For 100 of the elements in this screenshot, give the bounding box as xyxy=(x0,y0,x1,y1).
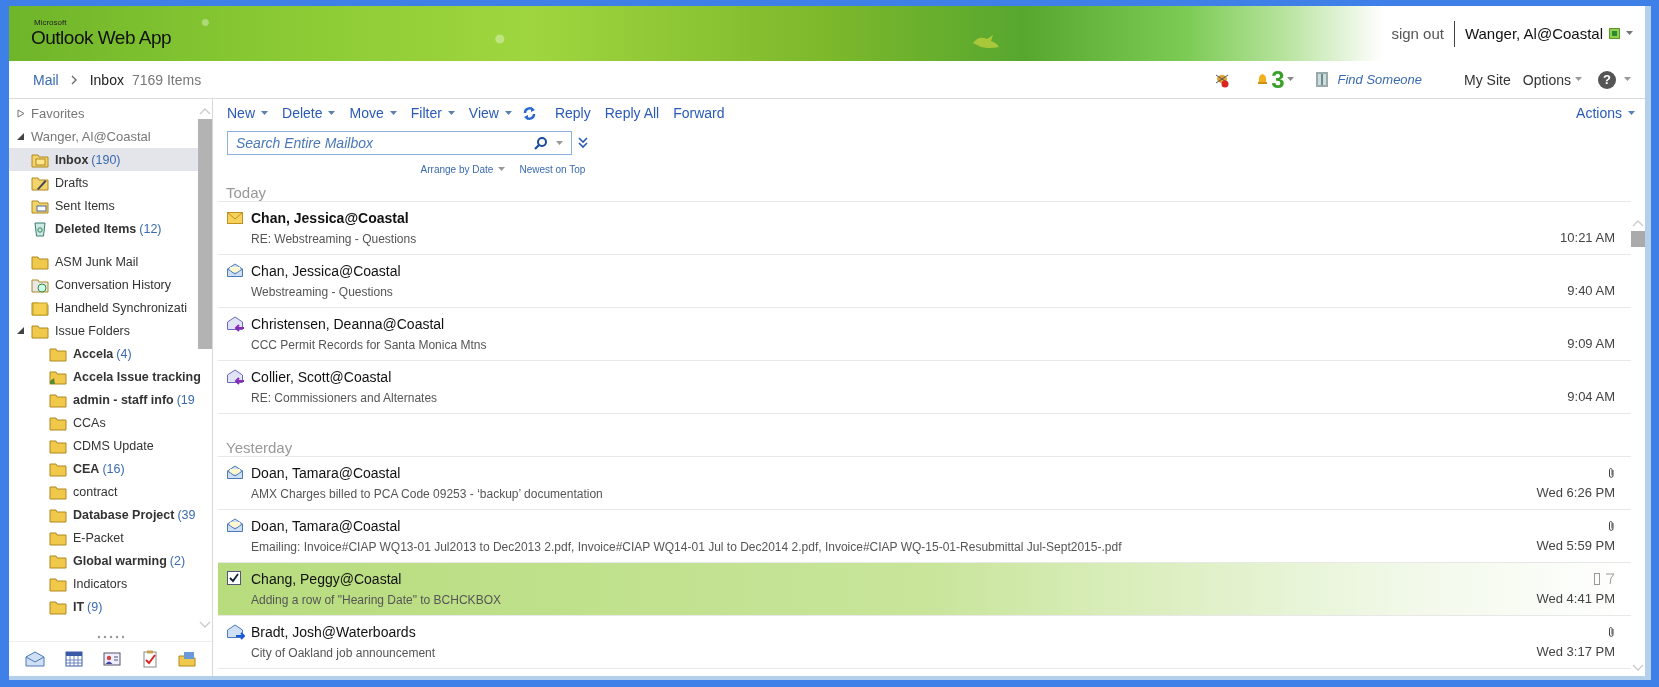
help-button[interactable]: ? xyxy=(1598,70,1616,89)
folder-item[interactable]: Inbox (190) xyxy=(9,148,198,171)
unread-count: (9) xyxy=(87,599,103,614)
folder-icon xyxy=(49,506,67,523)
message-row[interactable]: Doan, Tamara@Coastal AMX Charges billed to PCA Code 09253 - ‘backup’ documentation Wed 6:26 PM xyxy=(218,457,1631,510)
sort-order-link[interactable]: Newest on Top xyxy=(519,163,586,175)
folder-icon xyxy=(31,253,49,270)
public-folder-icon[interactable] xyxy=(177,651,196,667)
caret-icon[interactable] xyxy=(1624,77,1631,82)
search-field[interactable]: Search Entire Mailbox xyxy=(227,131,572,155)
mail-link[interactable]: Mail xyxy=(33,71,59,88)
app-logo: Outlook Web App xyxy=(31,27,172,49)
folder-icon xyxy=(31,197,49,214)
message-time: 10:21 AM xyxy=(1560,230,1615,245)
folder-item[interactable]: Accela Issue tracking xyxy=(9,365,203,388)
folder-item[interactable]: Conversation History xyxy=(9,273,198,296)
grip-icon[interactable] xyxy=(95,635,126,639)
folder-item[interactable]: Issue Folders xyxy=(9,319,198,342)
toolbar-button[interactable]: Reply xyxy=(554,105,591,121)
message-time: 9:40 AM xyxy=(1567,283,1615,298)
folder-item[interactable]: E-Packet xyxy=(9,526,198,549)
task-checklist-icon[interactable] xyxy=(141,650,158,668)
folder-item[interactable]: Drafts xyxy=(9,171,198,194)
folder-item[interactable]: Database Project (39 xyxy=(9,503,198,526)
toolbar-button[interactable]: New xyxy=(227,105,268,121)
find-someone-link[interactable]: Find Someone xyxy=(1337,72,1423,87)
current-folder: Inbox xyxy=(89,71,124,88)
message-subject: RE: Webstreaming - Questions xyxy=(251,232,418,246)
caret-icon[interactable] xyxy=(1626,31,1633,36)
mail-icon[interactable] xyxy=(25,651,46,667)
user-menu[interactable]: Wanger, Al@Coastal xyxy=(1464,25,1603,42)
message-time: Wed 5:59 PM xyxy=(1536,538,1615,553)
sign-out-link[interactable]: sign out xyxy=(1391,25,1444,42)
message-row[interactable]: Chan, Jessica@Coastal Webstreaming - Questions 9:40 AM xyxy=(218,255,1631,308)
folder-icon xyxy=(49,460,67,477)
toolbar-button[interactable]: Filter xyxy=(410,105,455,121)
folder-item[interactable]: Accela (4) xyxy=(9,342,198,365)
message-subject: Adding a row of "Hearing Date" to BCHCKBOX xyxy=(251,593,502,607)
calendar-icon[interactable] xyxy=(65,651,84,667)
folder-item[interactable]: ASM Junk Mail xyxy=(9,250,198,273)
message-subject: Emailing: Invoice#CIAP WQ13-01 Jul2013 to Dec2013 2.pdf, Invoice#CIAP WQ14-01 Jul to Dec2014 2.pdf, Invoice#CIAP WQ-15-01-Resubmittal Jul-Sept2015-.pdf xyxy=(251,540,1123,554)
folder-item[interactable]: Deleted Items (12) xyxy=(9,217,198,240)
folder-item[interactable]: IT (9) xyxy=(9,595,198,618)
expand-triangle-icon[interactable] xyxy=(17,326,25,335)
unread-count: (190) xyxy=(91,152,121,167)
toolbar-button[interactable]: Reply All xyxy=(604,105,660,121)
folder-icon xyxy=(31,151,49,168)
unread-count: (2) xyxy=(169,553,186,568)
message-row[interactable]: Collier, Scott@Coastal RE: Commissioners and Alternates 9:04 AM xyxy=(218,361,1631,414)
message-subject: Webstreaming - Questions xyxy=(251,285,394,299)
address-book-icon[interactable] xyxy=(1313,71,1330,88)
message-row[interactable]: Chan, Jessica@Coastal RE: Webstreaming - Questions 10:21 AM xyxy=(218,202,1631,255)
arrange-by-menu[interactable]: Arrange by Date xyxy=(420,163,506,175)
message-row[interactable]: Christensen, Deanna@Coastal CCC Permit Records for Santa Monica Mtns 9:09 AM xyxy=(218,308,1631,361)
toolbar-button[interactable]: Forward xyxy=(673,105,725,121)
message-subject: City of Oakland job announcement xyxy=(251,646,437,660)
contact-card-icon[interactable] xyxy=(103,651,122,667)
folder-item[interactable]: CEA (16) xyxy=(9,457,198,480)
folder-item[interactable]: CDMS Update xyxy=(9,434,198,457)
actions-menu[interactable]: Actions xyxy=(1576,105,1635,121)
options-menu[interactable]: Options xyxy=(1522,71,1582,88)
toolbar-button[interactable]: Delete xyxy=(282,105,336,121)
toolbar-button[interactable]: View xyxy=(468,105,512,121)
caret-icon[interactable] xyxy=(556,140,563,146)
folder-item[interactable]: Indicators xyxy=(9,572,198,595)
folder-item[interactable]: Handheld Synchronizati xyxy=(9,296,198,319)
expand-chevrons-icon[interactable] xyxy=(578,137,588,149)
item-count: 7169 Items xyxy=(131,71,202,88)
category-box-icon[interactable] xyxy=(1594,573,1600,585)
folder-item[interactable]: CCAs xyxy=(9,411,198,434)
folder-icon xyxy=(49,437,67,454)
message-row[interactable]: Chang, Peggy@Coastal Adding a row of "Hearing Date" to BCHCKBOX Wed 4:41 PM xyxy=(218,563,1631,616)
favorites-node[interactable]: Favorites xyxy=(9,102,198,125)
folder-item[interactable]: contract xyxy=(9,480,198,503)
caret-icon xyxy=(1575,77,1582,82)
message-subject: AMX Charges billed to PCA Code 09253 - ‘backup’ documentation xyxy=(251,487,604,501)
date-group-heading: Today xyxy=(218,179,1631,202)
folder-icon xyxy=(31,322,49,339)
message-time: Wed 3:17 PM xyxy=(1536,644,1615,659)
sender-name: Doan, Tamara@Coastal xyxy=(251,518,402,534)
sender-name: Doan, Tamara@Coastal xyxy=(251,465,402,481)
folder-item[interactable]: Global warming (2) xyxy=(9,549,198,572)
sender-name: Chan, Jessica@Coastal xyxy=(251,263,402,279)
toolbar-button[interactable]: Move xyxy=(349,105,397,121)
scrollbar-thumb[interactable] xyxy=(1631,231,1645,247)
search-icon[interactable] xyxy=(534,136,548,150)
folder-item[interactable]: admin - staff info (19 xyxy=(9,388,198,411)
folder-item[interactable]: Sent Items xyxy=(9,194,198,217)
refresh-icon[interactable] xyxy=(521,105,537,121)
checkbox-icon[interactable] xyxy=(227,571,241,585)
my-site-link[interactable]: My Site xyxy=(1464,71,1511,88)
scrollbar-thumb[interactable] xyxy=(198,119,212,349)
unread-count: (12) xyxy=(139,221,162,236)
folder-icon xyxy=(49,529,67,546)
folder-icon xyxy=(49,552,67,569)
mailbox-node[interactable]: Wanger, Al@Coastal xyxy=(9,125,198,148)
expand-triangle-icon[interactable] xyxy=(17,132,25,141)
folder-icon xyxy=(31,174,49,191)
message-time: 9:09 AM xyxy=(1567,336,1615,351)
message-row[interactable]: Bradt, Josh@Waterboards City of Oakland job announcement Wed 3:17 PM xyxy=(218,616,1631,669)
